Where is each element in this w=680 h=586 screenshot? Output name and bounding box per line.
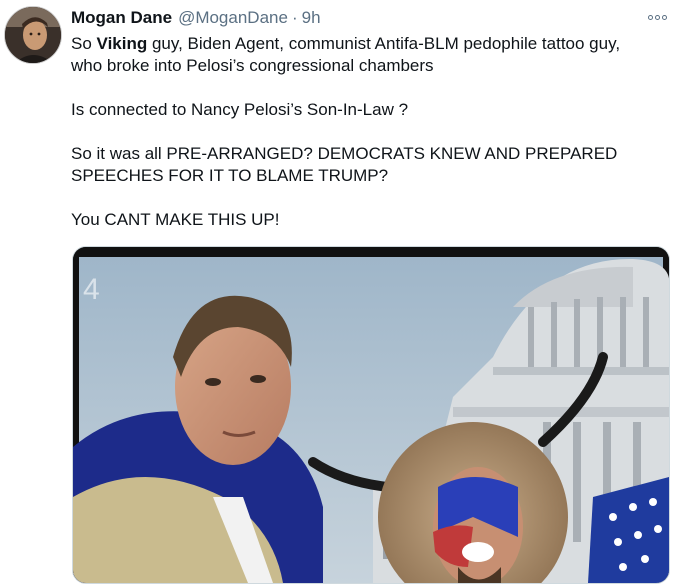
author-name[interactable]: Mogan Dane (71, 8, 172, 28)
tweet-line: Is connected to Nancy Pelosi’s Son-In-La… (71, 100, 409, 119)
text-run: So (71, 34, 97, 53)
tweet-line: So Viking guy, Biden Agent, communist An… (71, 33, 671, 55)
tweet-line: You CANT MAKE THIS UP! (71, 210, 280, 229)
tweet-line: SPEECHES FOR IT TO BLAME TRUMP? (71, 166, 389, 185)
author-handle[interactable]: @MoganDane (178, 8, 288, 28)
tweet-media-image[interactable]: 4 (72, 246, 670, 584)
avatar-photo (5, 7, 61, 63)
more-horizontal-icon[interactable] (644, 8, 670, 26)
media-photo: 4 (73, 247, 669, 583)
tweet-header: Mogan Dane @MoganDane · 9h (71, 8, 640, 30)
more-dot (661, 14, 667, 20)
bold-text: Viking (96, 34, 148, 53)
tweet-line: who broke into Pelosi’s congressional ch… (71, 56, 434, 75)
avatar[interactable] (4, 6, 62, 64)
tweet-text: So Viking guy, Biden Agent, communist An… (71, 33, 671, 231)
more-dot (654, 14, 660, 20)
tweet: Mogan Dane @MoganDane · 9h So Viking guy… (0, 0, 680, 586)
tweet-timestamp[interactable]: 9h (302, 8, 321, 28)
text-run: guy, Biden Agent, communist Antifa-BLM p… (147, 34, 621, 53)
separator-dot: · (291, 8, 298, 27)
tweet-line: So it was all PRE-ARRANGED? DEMOCRATS KN… (71, 144, 618, 163)
channel-logo: 4 (83, 273, 100, 306)
more-dot (647, 14, 653, 20)
